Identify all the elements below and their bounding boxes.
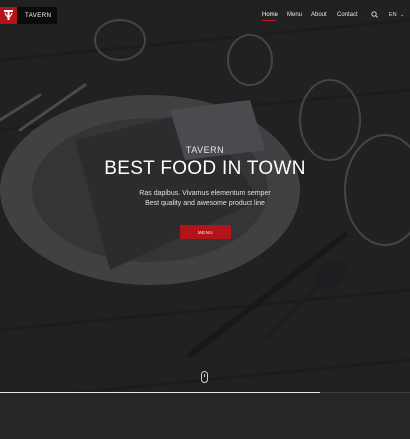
slide-progress-fill [0, 392, 320, 393]
nav-active-indicator [262, 20, 276, 21]
nav-item-contact[interactable]: Contact [337, 12, 358, 18]
brand-name: TAVERN [25, 12, 52, 19]
menu-button[interactable]: MENU [180, 225, 231, 239]
language-selector[interactable]: EN ⌄ [389, 12, 404, 18]
tavern-logo-icon [0, 7, 17, 24]
top-navigation: TAVERN Home Menu About Contact EN ⌄ [0, 0, 410, 34]
hero-subtitle-line2: Best quality and awesome product line [145, 200, 265, 207]
nav-item-menu[interactable]: Menu [287, 12, 302, 18]
mouse-scroll-icon[interactable] [201, 371, 208, 383]
brand-logo[interactable]: TAVERN [0, 7, 57, 24]
language-label: EN [389, 12, 397, 18]
nav-item-home[interactable]: Home [262, 12, 278, 18]
chevron-down-icon: ⌄ [400, 12, 405, 18]
hero-headline: BEST FOOD IN TOWN [104, 158, 306, 179]
hero-subtitle-line1: Ras dapibus. Vivamus elementum semper [139, 190, 271, 197]
search-icon[interactable] [371, 11, 378, 18]
hero-kicker: TAVERN [185, 145, 225, 155]
nav-item-about[interactable]: About [311, 12, 327, 18]
